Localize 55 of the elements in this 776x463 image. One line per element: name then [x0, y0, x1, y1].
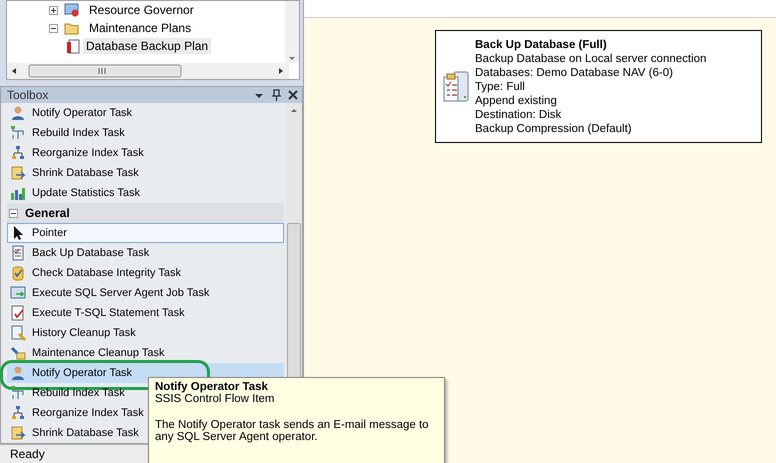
task-icon — [10, 385, 26, 401]
tooltip-subtitle: SSIS Control Flow Item — [155, 393, 276, 405]
task-icon — [10, 145, 26, 161]
pin-icon[interactable] — [271, 89, 281, 101]
toolbox-item[interactable]: Pointer — [7, 223, 284, 243]
task-icon — [10, 285, 26, 301]
task-icon — [10, 165, 26, 181]
tree-item[interactable]: Resource Governor — [86, 2, 197, 18]
plan-icon — [66, 38, 80, 54]
task-icon — [10, 305, 26, 321]
task-box[interactable]: Back Up Database (Full) Backup Database on Local server connection Databases: Demo Database NAV (6-0) Type: Full Append existing Destination: Disk Backup Compression (Default) — [435, 30, 762, 143]
task-icon — [10, 245, 26, 261]
expand-icon[interactable] — [49, 6, 58, 14]
scrollbar[interactable] — [285, 1, 299, 63]
task-detail: Backup Compression (Default) — [475, 123, 633, 135]
task-icon — [10, 185, 26, 201]
server-icon — [64, 3, 80, 17]
collapse-icon[interactable] — [9, 208, 18, 218]
task-icon — [10, 105, 26, 121]
database-backup-icon — [443, 71, 469, 103]
toolbox-item[interactable]: Notify Operator Task — [7, 103, 284, 123]
toolbox-item[interactable]: Execute T-SQL Statement Task — [7, 303, 284, 323]
panel-title: Toolbox — [7, 88, 48, 102]
collapse-icon[interactable] — [49, 24, 58, 32]
task-detail: Backup Database on Local server connection — [475, 53, 706, 65]
task-icon — [10, 345, 26, 361]
toolbox-item[interactable]: History Cleanup Task — [7, 323, 284, 343]
task-title: Back Up Database (Full) — [475, 39, 608, 51]
tooltip-description: The Notify Operator task sends an E-mail message to any SQL Server Agent operator. — [155, 419, 430, 443]
task-icon — [10, 405, 26, 421]
toolbox-item[interactable]: Reorganize Index Task — [7, 143, 284, 163]
task-icon — [10, 125, 26, 141]
toolbox-item[interactable]: Maintenance Cleanup Task — [7, 343, 284, 363]
tree-item[interactable]: Maintenance Plans — [86, 20, 194, 36]
task-detail: Destination: Disk — [475, 109, 562, 121]
task-icon — [10, 325, 26, 341]
scrollbar[interactable] — [7, 63, 289, 79]
task-detail: Type: Full — [475, 81, 526, 93]
toolbox-item[interactable]: Back Up Database Task — [7, 243, 284, 263]
task-icon — [10, 265, 26, 281]
tooltip-title: Notify Operator Task — [155, 381, 269, 393]
toolbox-item[interactable]: Execute SQL Server Agent Job Task — [7, 283, 284, 303]
tree-item[interactable]: Database Backup Plan — [83, 38, 212, 54]
category-header[interactable]: General — [25, 206, 70, 220]
toolbox-item[interactable]: Rebuild Index Task — [7, 123, 284, 143]
close-icon[interactable] — [288, 90, 298, 100]
toolbox-item[interactable]: Update Statistics Task — [7, 183, 284, 203]
toolbox-item[interactable]: Shrink Database Task — [7, 163, 284, 183]
task-icon — [10, 425, 26, 441]
task-detail: Append existing — [475, 95, 558, 107]
status-text: Ready — [10, 447, 45, 461]
task-icon — [10, 365, 26, 381]
task-detail: Databases: Demo Database NAV (6-0) — [475, 67, 674, 79]
toolbox-item[interactable]: Check Database Integrity Task — [7, 263, 284, 283]
folder-icon — [64, 21, 80, 35]
